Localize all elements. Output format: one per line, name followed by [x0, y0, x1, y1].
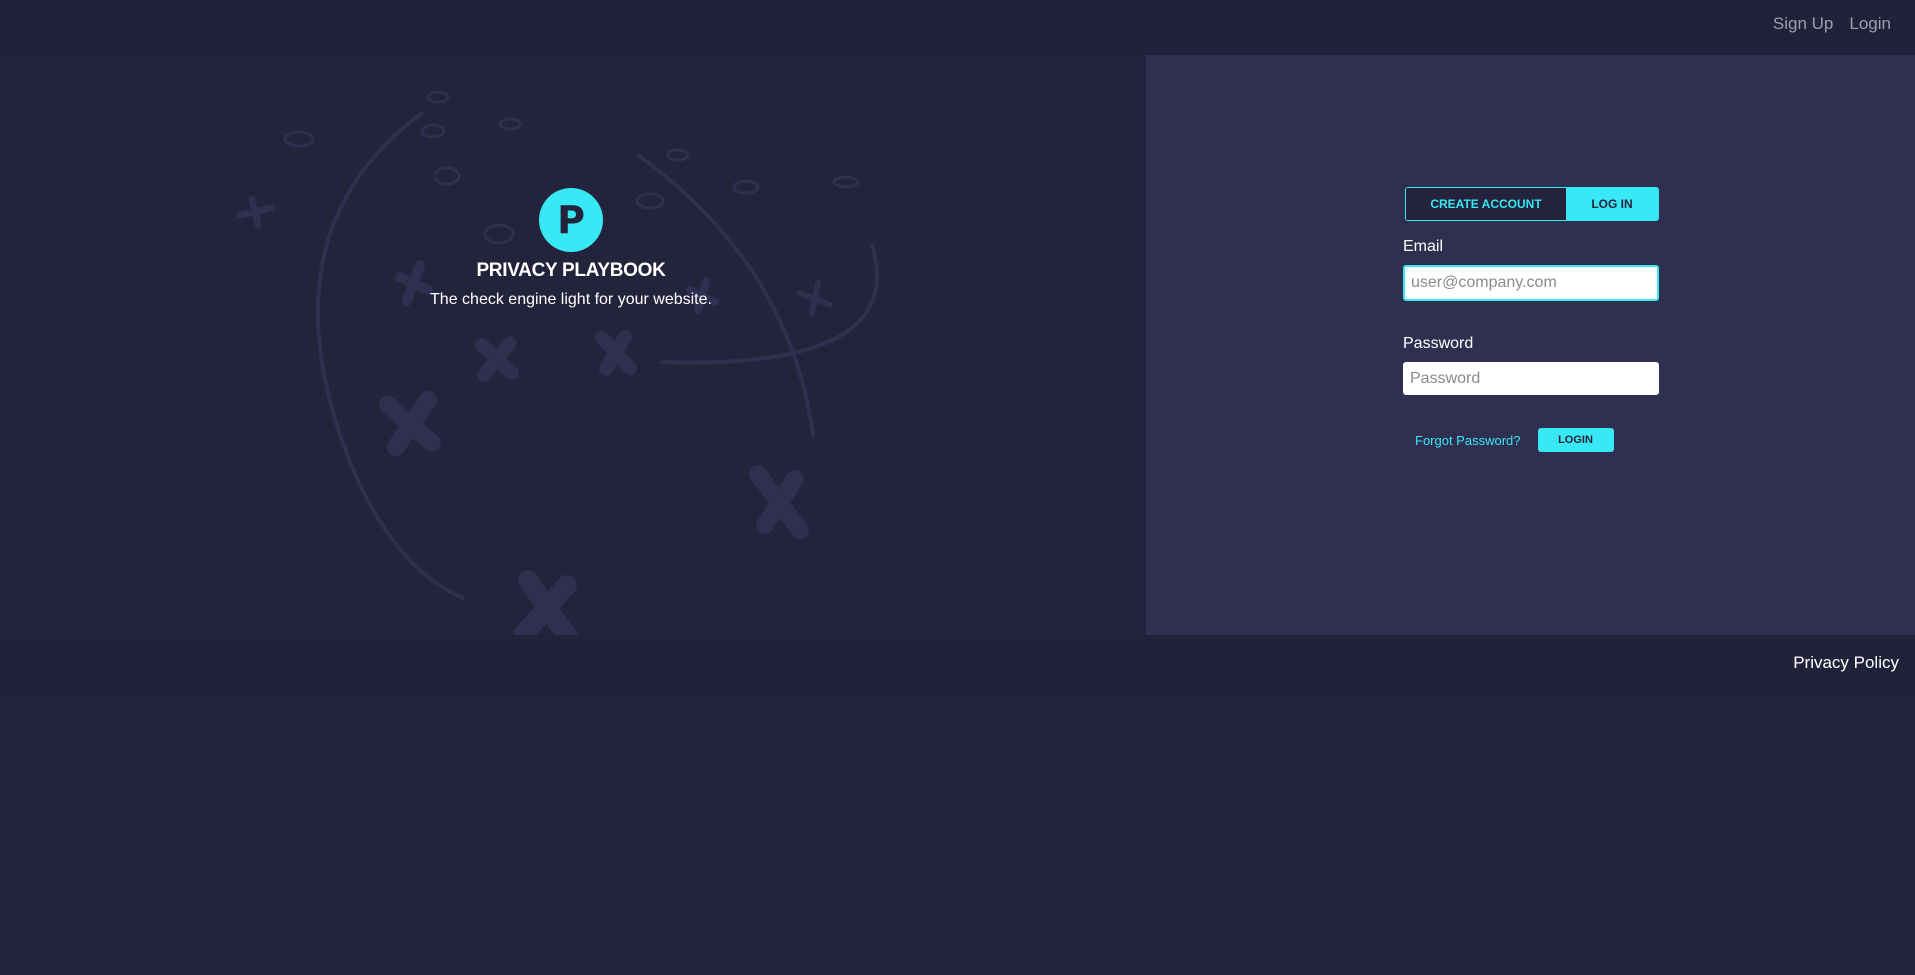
- marker-x-8: [749, 465, 809, 539]
- email-label: Email: [1403, 238, 1444, 255]
- brand-logo: P: [539, 188, 603, 252]
- brand-title: PRIVACY PLAYBOOK: [476, 260, 666, 281]
- forgot-password-link[interactable]: Forgot Password?: [1415, 433, 1521, 448]
- footer: Privacy Policy: [0, 635, 1915, 698]
- top-bar: Sign Up Login: [0, 0, 1915, 55]
- marker-o-2: [283, 130, 315, 148]
- playbook-background-illustration: [236, 90, 879, 635]
- login-button[interactable]: LOGIN: [1537, 428, 1614, 452]
- marker-o-8: [666, 148, 690, 162]
- password-label: Password: [1403, 335, 1474, 352]
- privacy-policy-link[interactable]: Privacy Policy: [1793, 653, 1899, 673]
- top-nav: Sign Up Login: [1773, 14, 1891, 34]
- brand-block: P PRIVACY PLAYBOOK The check engine ligh…: [0, 188, 1142, 309]
- marker-o-4: [498, 117, 522, 131]
- marker-o-5: [433, 166, 461, 186]
- marker-o-10: [832, 175, 860, 189]
- auth-tabs: CREATE ACCOUNT LOG IN: [1405, 187, 1659, 221]
- marker-o-3: [420, 123, 446, 139]
- email-field[interactable]: [1403, 265, 1659, 301]
- marker-x-9: [513, 570, 579, 635]
- marker-x-6: [595, 330, 637, 376]
- login-form: CREATE ACCOUNT LOG IN Email Password For…: [1403, 187, 1659, 452]
- tab-create-account[interactable]: CREATE ACCOUNT: [1406, 188, 1566, 220]
- password-field[interactable]: [1403, 362, 1659, 395]
- sign-up-link[interactable]: Sign Up: [1773, 14, 1833, 34]
- brand-tagline: The check engine light for your website.: [430, 291, 712, 308]
- login-link[interactable]: Login: [1849, 14, 1891, 34]
- play-arc-left: [315, 111, 465, 600]
- form-actions: Forgot Password? LOGIN: [1403, 428, 1659, 452]
- hero-panel: P PRIVACY PLAYBOOK The check engine ligh…: [0, 55, 1146, 635]
- marker-x-7: [379, 391, 441, 456]
- auth-panel: CREATE ACCOUNT LOG IN Email Password For…: [1146, 55, 1915, 635]
- tab-log-in[interactable]: LOG IN: [1566, 188, 1658, 220]
- marker-o-1: [426, 90, 450, 104]
- marker-x-5: [475, 336, 519, 382]
